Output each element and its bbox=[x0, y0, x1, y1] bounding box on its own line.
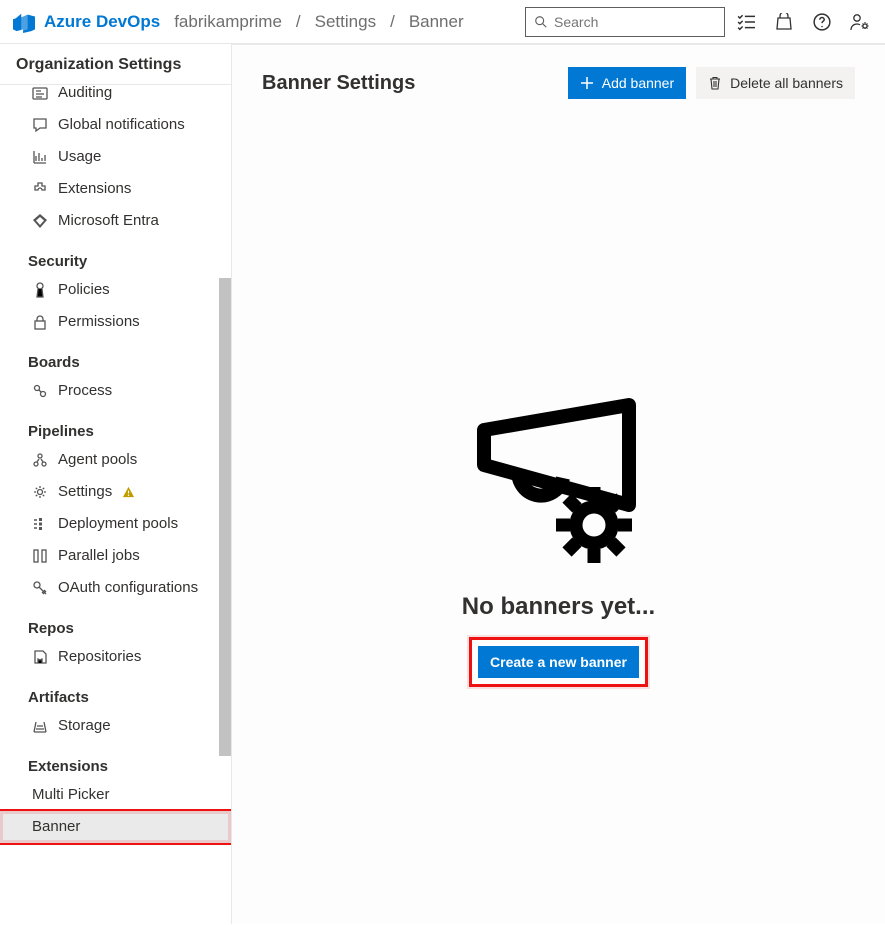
sidebar-item-extensions[interactable]: Extensions bbox=[0, 173, 231, 205]
search-input[interactable] bbox=[554, 14, 716, 30]
sidebar-item-label: Policies bbox=[58, 280, 110, 300]
scrollbar-thumb[interactable] bbox=[219, 278, 231, 756]
page-title: Banner Settings bbox=[262, 72, 558, 95]
breadcrumb: fabrikamprime / Settings / Banner bbox=[174, 12, 463, 32]
page-header: Banner Settings Add banner Delete all ba… bbox=[232, 45, 885, 99]
parallel-icon bbox=[32, 548, 48, 564]
sidebar-item-label: Auditing bbox=[58, 85, 112, 103]
sidebar-scroll[interactable]: Auditing Global notifications Usage Extensi… bbox=[0, 85, 231, 925]
policy-icon bbox=[32, 282, 48, 298]
sidebar-item-label: Microsoft Entra bbox=[58, 211, 159, 231]
sidebar-item-label: Process bbox=[58, 381, 112, 401]
pools-icon bbox=[32, 452, 48, 468]
sidebar-item-microsoft-entra[interactable]: Microsoft Entra bbox=[0, 205, 231, 237]
usage-icon bbox=[32, 149, 48, 165]
breadcrumb-separator: / bbox=[296, 12, 301, 32]
sidebar-section-heading: Boards bbox=[0, 338, 231, 375]
sidebar-item-label: Banner bbox=[32, 817, 80, 837]
breadcrumb-org[interactable]: fabrikamprime bbox=[174, 12, 282, 32]
repo-icon bbox=[32, 649, 48, 665]
search-box[interactable] bbox=[525, 7, 725, 37]
breadcrumb-banner[interactable]: Banner bbox=[409, 12, 464, 32]
breadcrumb-settings[interactable]: Settings bbox=[315, 12, 376, 32]
top-header: Azure DevOps fabrikamprime / Settings / … bbox=[0, 0, 885, 44]
entra-icon bbox=[32, 213, 48, 229]
sidebar-item-label: Extensions bbox=[58, 179, 131, 199]
main-content: Banner Settings Add banner Delete all ba… bbox=[232, 44, 885, 924]
gear-icon bbox=[32, 484, 48, 500]
sidebar-item-label: Repositories bbox=[58, 647, 141, 667]
sidebar-section-heading: Artifacts bbox=[0, 673, 231, 710]
lock-icon bbox=[32, 314, 48, 330]
scrollbar-track[interactable] bbox=[219, 85, 231, 925]
storage-icon bbox=[32, 718, 48, 734]
audit-icon bbox=[32, 85, 48, 101]
azure-devops-logo bbox=[12, 10, 36, 34]
deploy-icon bbox=[32, 516, 48, 532]
sidebar-item-agent-pools[interactable]: Agent pools bbox=[0, 444, 231, 476]
sidebar-item-label: Storage bbox=[58, 716, 111, 736]
sidebar-section-heading: Security bbox=[0, 237, 231, 274]
empty-state-title: No banners yet... bbox=[462, 593, 655, 621]
sidebar-section-heading: Pipelines bbox=[0, 407, 231, 444]
sidebar-item-auditing[interactable]: Auditing bbox=[0, 85, 231, 109]
warning-icon bbox=[122, 486, 135, 499]
empty-state: No banners yet... Create a new banner bbox=[232, 395, 885, 687]
marketplace-icon[interactable] bbox=[767, 5, 801, 39]
sidebar-item-deployment-pools[interactable]: Deployment pools bbox=[0, 508, 231, 540]
sidebar-item-global-notifications[interactable]: Global notifications bbox=[0, 109, 231, 141]
delete-all-banners-button[interactable]: Delete all banners bbox=[696, 67, 855, 99]
trash-icon bbox=[708, 76, 722, 90]
megaphone-gear-icon bbox=[464, 395, 654, 575]
chat-icon bbox=[32, 117, 48, 133]
sidebar-item-label: Permissions bbox=[58, 312, 140, 332]
breadcrumb-separator: / bbox=[390, 12, 395, 32]
key-icon bbox=[32, 580, 48, 596]
sidebar-item-parallel-jobs[interactable]: Parallel jobs bbox=[0, 540, 231, 572]
help-icon[interactable] bbox=[805, 5, 839, 39]
sidebar-title: Organization Settings bbox=[0, 44, 231, 85]
sidebar-item-label: Parallel jobs bbox=[58, 546, 140, 566]
sidebar-item-permissions[interactable]: Permissions bbox=[0, 306, 231, 338]
add-banner-button[interactable]: Add banner bbox=[568, 67, 686, 99]
sidebar-item-settings[interactable]: Settings bbox=[0, 476, 231, 508]
sidebar: Organization Settings Auditing Global not… bbox=[0, 44, 232, 924]
sidebar-item-usage[interactable]: Usage bbox=[0, 141, 231, 173]
sidebar-item-oauth-configurations[interactable]: OAuth configurations bbox=[0, 572, 231, 604]
sidebar-section-heading: Repos bbox=[0, 604, 231, 641]
process-icon bbox=[32, 383, 48, 399]
sidebar-item-label: Agent pools bbox=[58, 450, 137, 470]
sidebar-section-heading: Extensions bbox=[0, 742, 231, 779]
sidebar-item-repositories[interactable]: Repositories bbox=[0, 641, 231, 673]
extensions-icon bbox=[32, 181, 48, 197]
create-new-banner-button[interactable]: Create a new banner bbox=[478, 646, 639, 678]
plus-icon bbox=[580, 76, 594, 90]
sidebar-item-process[interactable]: Process bbox=[0, 375, 231, 407]
sidebar-item-label: Multi Picker bbox=[32, 785, 110, 805]
user-settings-icon[interactable] bbox=[843, 5, 877, 39]
sidebar-item-label: Global notifications bbox=[58, 115, 185, 135]
sidebar-item-label: Deployment pools bbox=[58, 514, 178, 534]
sidebar-item-multi-picker[interactable]: Multi Picker bbox=[0, 779, 231, 811]
brand-name[interactable]: Azure DevOps bbox=[44, 12, 160, 32]
sidebar-item-label: Settings bbox=[58, 482, 112, 502]
sidebar-item-policies[interactable]: Policies bbox=[0, 274, 231, 306]
create-banner-highlight: Create a new banner bbox=[469, 637, 648, 687]
sidebar-item-banner[interactable]: Banner bbox=[0, 811, 231, 843]
search-icon bbox=[534, 15, 548, 29]
sidebar-item-label: OAuth configurations bbox=[58, 578, 198, 598]
task-list-icon[interactable] bbox=[729, 5, 763, 39]
sidebar-item-label: Usage bbox=[58, 147, 101, 167]
sidebar-item-storage[interactable]: Storage bbox=[0, 710, 231, 742]
